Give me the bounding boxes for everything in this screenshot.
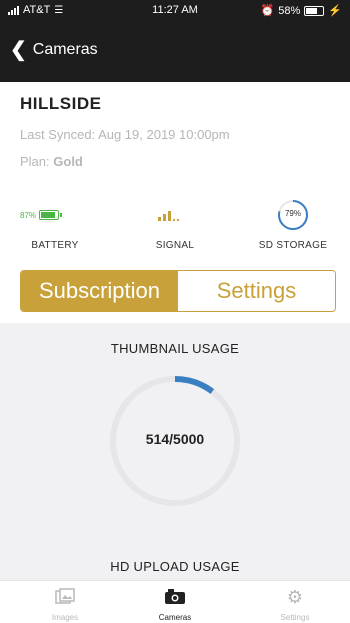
tab-bar: Images Cameras ⚙ Settings — [0, 580, 350, 623]
thumbnail-usage-title: THUMBNAIL USAGE — [110, 341, 240, 356]
camera-icon — [135, 587, 215, 607]
usage-panel: THUMBNAIL USAGE 514/5000 HD UPLOAD USAGE — [0, 323, 350, 580]
signal-label: SIGNAL — [155, 240, 195, 251]
gear-icon: ⚙ — [286, 586, 304, 607]
battery-indicator: 87% — [20, 210, 63, 220]
last-synced-value: Aug 19, 2019 10:00pm — [98, 127, 230, 142]
hd-upload-usage-title: HD UPLOAD USAGE — [110, 559, 240, 574]
sd-storage-value: 79% — [284, 209, 301, 218]
sd-storage-ring: 79% — [276, 198, 310, 232]
tab-settings-label: Settings — [280, 613, 310, 622]
thumbnail-usage-gauge: 514/5000 — [105, 371, 245, 511]
sd-storage-label: SD STORAGE — [258, 240, 328, 251]
plan-value: Gold — [53, 154, 83, 169]
back-label: Cameras — [32, 41, 98, 58]
chevron-left-icon: ❮ — [10, 39, 27, 61]
images-icon — [25, 587, 105, 607]
battery-icon — [39, 210, 63, 220]
battery-label: BATTERY — [31, 240, 79, 251]
plan-label: Plan: — [20, 154, 50, 169]
tab-images-label: Images — [51, 613, 79, 622]
tab-cameras[interactable]: Cameras — [135, 587, 215, 622]
tab-settings-bottom[interactable]: ⚙ Settings — [255, 586, 335, 623]
segmented-control: Subscription Settings — [20, 270, 336, 312]
nav-bar: ❮ Cameras — [0, 22, 350, 82]
tab-subscription[interactable]: Subscription — [21, 271, 178, 311]
status-right: ⏰ 58% ⚡ — [260, 4, 342, 18]
thumbnail-usage-value: 514/5000 — [145, 431, 205, 447]
signal-bars-icon — [158, 211, 179, 221]
plan: Plan: Gold — [20, 154, 83, 169]
last-synced-label: Last Synced: — [20, 127, 96, 142]
camera-name: HILLSIDE — [20, 94, 102, 113]
charging-icon: ⚡ — [328, 5, 342, 17]
battery-percent: 58% — [278, 4, 301, 17]
status-bar: AT&T ☰ 11:27 AM ⏰ 58% ⚡ — [0, 0, 350, 22]
tab-images[interactable]: Images — [25, 587, 105, 622]
tab-settings[interactable]: Settings — [178, 271, 335, 311]
last-synced: Last Synced: Aug 19, 2019 10:00pm — [20, 127, 230, 142]
battery-icon — [304, 5, 325, 16]
back-button[interactable]: ❮ Cameras — [10, 40, 98, 60]
tab-cameras-label: Cameras — [158, 613, 192, 622]
battery-value: 87% — [20, 210, 37, 220]
alarm-icon: ⏰ — [260, 5, 275, 17]
